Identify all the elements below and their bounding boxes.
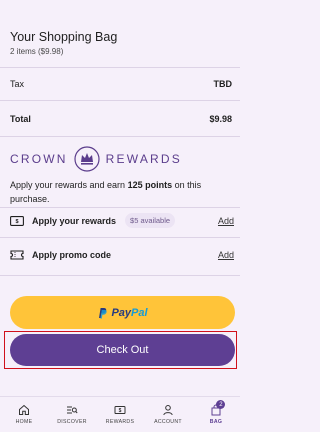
page-title: Your Shopping Bag xyxy=(10,30,118,44)
promo-points: 125 points xyxy=(127,180,173,190)
divider xyxy=(0,207,240,208)
rewards-card-icon: $ xyxy=(10,215,24,226)
item-count: 2 items ($9.98) xyxy=(10,47,64,56)
divider xyxy=(0,67,240,68)
bottom-tab-bar: HOME DISCOVER $ REWARDS ACCOUNT 2 BAG xyxy=(0,396,240,432)
svg-text:$: $ xyxy=(15,219,18,225)
ticket-icon xyxy=(10,250,24,260)
home-icon xyxy=(19,404,29,415)
add-rewards-link[interactable]: Add xyxy=(218,216,234,226)
paypal-button[interactable]: PayPal xyxy=(10,296,235,329)
paypal-wordmark: PayPal xyxy=(111,307,147,319)
tax-row: Tax TBD xyxy=(10,79,232,89)
paypal-icon xyxy=(99,307,108,319)
divider xyxy=(0,100,240,101)
divider xyxy=(0,275,240,276)
apply-promo-row[interactable]: Apply promo code Add xyxy=(10,250,234,260)
tab-discover-label: DISCOVER xyxy=(57,419,87,425)
tab-account-label: ACCOUNT xyxy=(154,419,182,425)
paypal-pay: Pay xyxy=(111,306,132,319)
add-promo-link[interactable]: Add xyxy=(218,250,234,260)
promo-prefix: Apply your rewards and earn xyxy=(10,180,128,190)
available-badge: $5 available xyxy=(125,213,176,228)
bag-header: Your Shopping Bag 2 items ($9.98) xyxy=(10,30,117,56)
crown-icon xyxy=(74,146,100,172)
apply-rewards-row[interactable]: $ Apply your rewards $5 available Add xyxy=(10,213,234,228)
total-value: $9.98 xyxy=(209,114,232,124)
paypal-pal: Pal xyxy=(131,306,148,319)
checkout-button[interactable]: Check Out xyxy=(10,334,235,366)
tax-label: Tax xyxy=(10,79,25,89)
brand-word-right: REWARDS xyxy=(105,152,182,166)
tab-bag-label: BAG xyxy=(209,419,223,425)
tab-bag[interactable]: 2 BAG xyxy=(192,397,240,432)
tab-home[interactable]: HOME xyxy=(0,397,48,432)
tab-account[interactable]: ACCOUNT xyxy=(144,397,192,432)
discover-icon xyxy=(67,406,78,414)
account-icon xyxy=(163,405,173,416)
tab-rewards-label: REWARDS xyxy=(105,419,135,425)
divider xyxy=(0,237,240,238)
rewards-promo-text: Apply your rewards and earn 125 points o… xyxy=(10,178,235,206)
tab-home-label: HOME xyxy=(15,419,33,425)
bag-count-badge: 2 xyxy=(216,400,226,409)
total-row: Total $9.98 xyxy=(10,114,232,124)
tax-value: TBD xyxy=(213,79,233,89)
apply-promo-label: Apply promo code xyxy=(32,250,112,260)
tab-rewards[interactable]: $ REWARDS xyxy=(96,397,144,432)
brand-word-left: CROWN xyxy=(10,152,68,166)
rewards-icon: $ xyxy=(114,406,126,414)
svg-text:$: $ xyxy=(119,408,122,414)
crown-rewards-logo: CROWN REWARDS xyxy=(10,146,182,172)
tab-discover[interactable]: DISCOVER xyxy=(48,397,96,432)
total-label: Total xyxy=(10,114,31,124)
divider xyxy=(0,136,240,137)
apply-rewards-label: Apply your rewards xyxy=(32,215,117,226)
